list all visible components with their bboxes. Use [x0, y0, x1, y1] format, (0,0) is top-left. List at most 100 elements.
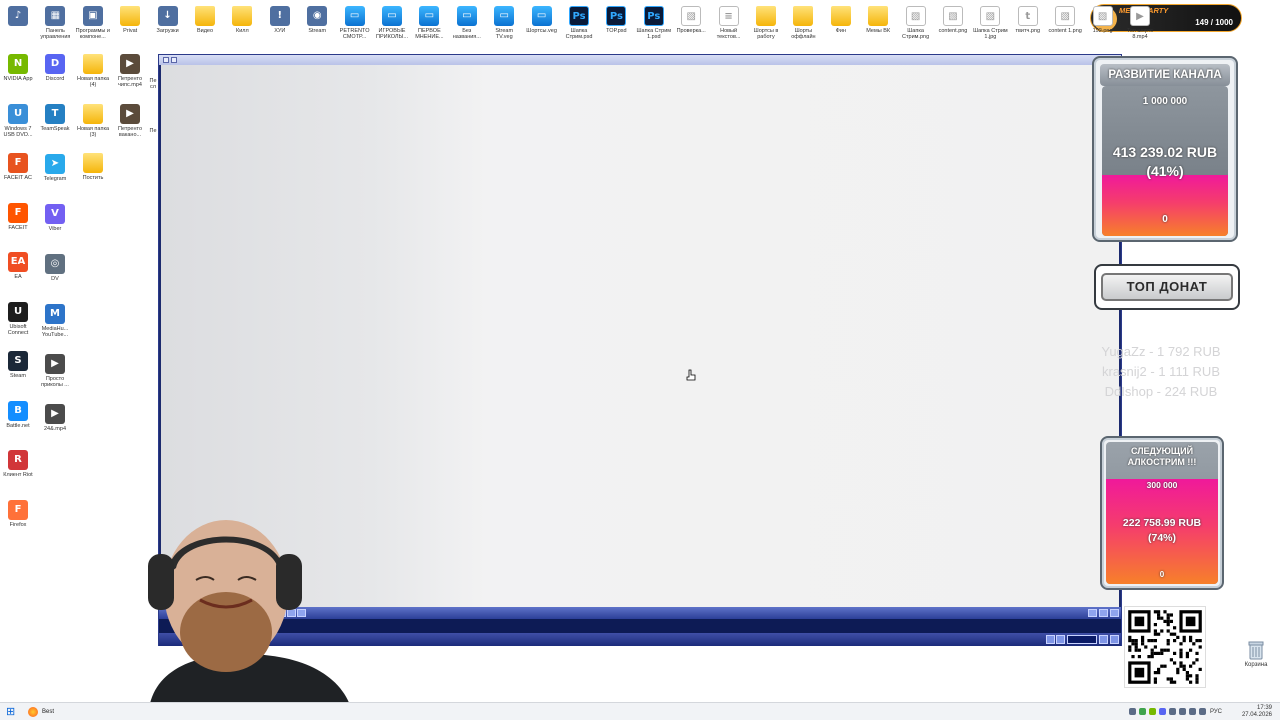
mouse-cursor-icon — [686, 369, 696, 381]
desktop-icon[interactable]: Фин — [823, 6, 859, 40]
recycle-bin[interactable]: Корзина — [1240, 640, 1272, 668]
desktop-icon[interactable]: S Steam — [0, 351, 36, 385]
desktop-icon[interactable]: U Windows 7 USB DVD... — [0, 103, 36, 138]
desktop-icon[interactable]: M MediaHu... YouTube... — [37, 304, 73, 338]
tray-network-icon[interactable] — [1179, 708, 1186, 715]
recycle-bin-icon — [1248, 641, 1264, 660]
desktop-icon[interactable]: Ps Шапка Стрим.psd — [561, 6, 597, 40]
desktop-icon-label-clipped[interactable]: Пе — [148, 128, 158, 134]
desktop-icon[interactable]: ▭ Шортсы.veg — [524, 6, 560, 40]
desktop-icon[interactable]: Privat — [112, 6, 148, 40]
desktop-icon[interactable]: ▶ Петренто чипс.mp4 — [112, 54, 148, 88]
desktop-icon[interactable]: ▶ Просто приколы ... — [37, 354, 73, 388]
desktop-icon[interactable]: R Клиент Riot — [0, 450, 36, 484]
taskbar-firefox-button[interactable]: Best — [28, 705, 54, 719]
desktop-icon[interactable]: ▧ Шапка Стрим.png — [898, 6, 934, 40]
desktop-icon[interactable]: Килл — [224, 6, 260, 40]
window-restore-icon[interactable] — [171, 57, 177, 63]
desktop-icon[interactable]: ♪ — [0, 6, 36, 40]
desktop-icon[interactable]: ▣ Программы и компоне... — [75, 6, 111, 40]
tray-language[interactable]: РУС — [1210, 709, 1222, 715]
desktop-icon[interactable]: ! ХУЙ — [262, 6, 298, 40]
tool-info-icon[interactable] — [1056, 635, 1065, 644]
tool-zoom-icon[interactable] — [1046, 635, 1055, 644]
tray-bluetooth-icon[interactable] — [1169, 708, 1176, 715]
folder-icon — [195, 6, 215, 26]
scroll-block-icon[interactable] — [1099, 609, 1108, 617]
window-menu-icon[interactable] — [163, 57, 169, 63]
desktop-icon[interactable]: T TeamSpeak — [37, 104, 73, 138]
tray-clock[interactable]: 17:39 27.04.2026 — [1242, 705, 1272, 719]
desktop-icon[interactable]: ▭ Stream TV.veg — [486, 6, 522, 40]
desktop-icon[interactable]: ▶ Топ шортс 8.mp4 — [1122, 6, 1158, 40]
tray-app-icon[interactable] — [1139, 708, 1146, 715]
desktop-icon[interactable]: ▭ ПЕРВОЕ МНЕНИЕ... — [411, 6, 447, 40]
tray-chevron-icon[interactable] — [1129, 708, 1136, 715]
desktop-icon[interactable]: ➤ Telegram — [37, 154, 73, 188]
desktop-icon[interactable]: Шортсы в работу — [748, 6, 784, 40]
desktop-icon[interactable]: Мемы ВК — [860, 6, 896, 40]
desktop-icon[interactable]: ▧ Проверка... — [673, 6, 709, 40]
desktop-icon-label: EA — [14, 274, 22, 280]
desktop-icon-label: Мемы ВК — [866, 28, 891, 34]
desktop-icon-label: FACEIT AC — [3, 175, 33, 181]
tray-volume-icon[interactable] — [1189, 708, 1196, 715]
desktop-icon[interactable]: N NVIDIA App — [0, 54, 36, 88]
photoshop-file-icon: Ps — [643, 6, 664, 26]
desktop-icon[interactable]: F FACEIT — [0, 202, 36, 237]
desktop-icon[interactable]: Новая папка (4) — [75, 54, 111, 88]
desktop-icon[interactable]: U Ubisoft Connect — [0, 301, 36, 336]
desktop-icon[interactable]: V Viber — [37, 204, 73, 238]
desktop-icon[interactable]: ▧ Шапка Стрим 1.jpg — [972, 6, 1008, 40]
desktop-icon[interactable]: ▭ Без названия... — [449, 6, 485, 40]
desktop-icon[interactable]: EA EA — [0, 252, 36, 286]
desktop-icon[interactable]: ▭ ИГРОВЫЕ ПРИКОЛЫ... — [374, 6, 410, 40]
desktop-icon[interactable]: D Discord — [37, 54, 73, 88]
desktop-icon-label: Шортсы в работу — [753, 28, 779, 40]
tool-settings-icon[interactable] — [1099, 635, 1108, 644]
desktop-icon-label: 24&.mp4 — [43, 426, 66, 432]
desktop-icon[interactable]: ≡ Новый текстов... — [711, 6, 747, 40]
tool-slider[interactable] — [1067, 635, 1097, 644]
desktop-icon[interactable]: Ps Шапка Стрим 1.psd — [636, 6, 672, 40]
window-titlebar[interactable] — [159, 55, 1121, 65]
desktop-icon-label: Загрузки — [156, 28, 179, 34]
usb-icon: U — [8, 103, 28, 124]
scroll-left-arrow-icon[interactable] — [1088, 609, 1097, 617]
desktop-icon[interactable]: B Battle.net — [0, 400, 36, 435]
desktop-icon-label: Viber — [48, 226, 62, 232]
desktop-icon[interactable]: F FACEIT AC — [0, 153, 36, 187]
desktop-icon[interactable]: ◎ DV — [37, 254, 73, 288]
desktop-icon[interactable]: Ps ТОР.psd — [598, 6, 634, 40]
channel-goal-bar: 1 000 000 413 239.02 RUB (41%) 0 — [1102, 86, 1228, 236]
desktop-icon[interactable]: ▭ PETRENTO СМОТР... — [337, 6, 373, 40]
desktop-icon[interactable]: t твитч.png — [1010, 6, 1046, 40]
desktop-icon[interactable]: ◉ Stream — [299, 6, 335, 40]
desktop-icon[interactable]: ▧ content 1.png — [1047, 6, 1083, 40]
desktop-icon[interactable]: ▧ 192.png — [1085, 6, 1121, 40]
desktop-icon[interactable]: Новая папка (3) — [75, 103, 111, 138]
desktop-icon[interactable]: ▦ Панель управления — [37, 6, 73, 40]
tray-discord-icon[interactable] — [1159, 708, 1166, 715]
desktop-icon[interactable]: Видео — [187, 6, 223, 40]
desktop-icon[interactable]: Шорты оффлайн — [785, 6, 821, 40]
desktop-icon[interactable]: ↓ Загрузки — [150, 6, 186, 40]
riot-icon: R — [8, 450, 28, 470]
desktop-icon[interactable]: ▶ 24&.mp4 — [37, 404, 73, 438]
desktop-icon[interactable]: F Firefox — [0, 499, 36, 534]
desktop-icon-label: MediaHu... YouTube... — [41, 326, 69, 338]
tray-nvidia-icon[interactable] — [1149, 708, 1156, 715]
tool-close-icon[interactable] — [1110, 635, 1119, 644]
desktop-icon[interactable]: Постить — [75, 153, 111, 187]
vegas-file-icon: ▭ — [382, 6, 402, 26]
start-windows-icon[interactable]: ⊞ — [6, 706, 18, 718]
folder-icon — [793, 6, 814, 26]
channel-goal-target: 1 000 000 — [1142, 96, 1188, 107]
desktop-icon-label: Шапка Стрим.png — [902, 28, 930, 40]
desktop-icon[interactable]: ▶ Петренто вакано... — [112, 103, 148, 138]
desktop-icon-label-clipped[interactable]: Пе сл — [148, 78, 158, 90]
tray-battery-icon[interactable] — [1199, 708, 1206, 715]
scroll-right-arrow-icon[interactable] — [1110, 609, 1119, 617]
image-file-icon: ▧ — [681, 6, 702, 26]
desktop-icon[interactable]: ▧ content.png — [935, 6, 971, 40]
